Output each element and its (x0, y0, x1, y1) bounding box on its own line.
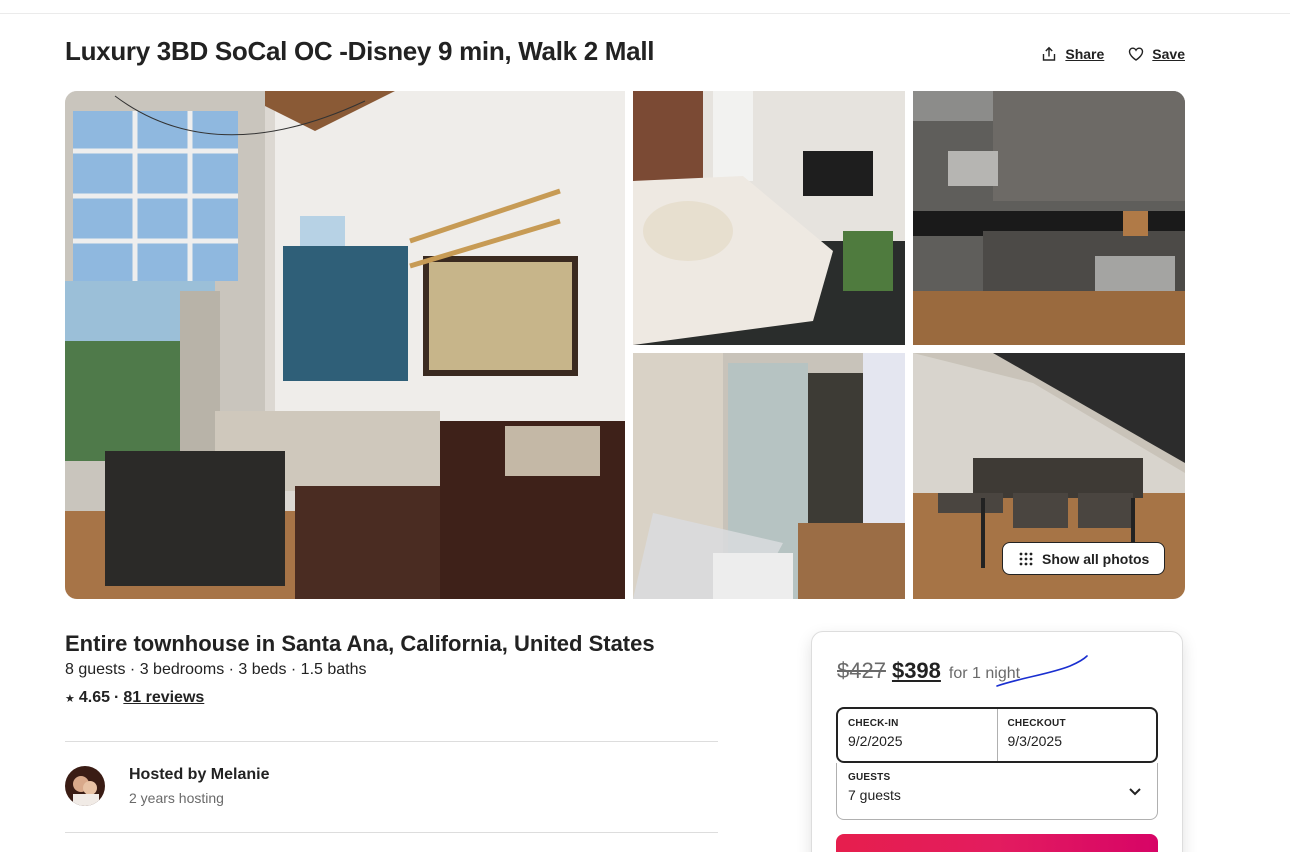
save-button[interactable]: Save (1128, 46, 1185, 62)
price-row: $427 $398 for 1 night (837, 658, 1020, 684)
show-all-photos-label: Show all photos (1042, 550, 1150, 567)
original-price: $427 (837, 658, 886, 683)
rating-summary: ★ 4.65 · 81 reviews (65, 689, 204, 707)
checkin-field[interactable]: CHECK-IN 9/2/2025 (838, 709, 997, 761)
star-icon: ★ (65, 692, 75, 705)
rating-separator: · (114, 689, 120, 706)
booking-card: $427 $398 for 1 night CHECK-IN 9/2/2025 … (811, 631, 1183, 852)
section-divider (65, 832, 718, 833)
listing-title: Luxury 3BD SoCal OC -Disney 9 min, Walk … (65, 36, 655, 66)
share-icon (1043, 46, 1056, 61)
checkin-label: CHECK-IN (848, 718, 899, 729)
chevron-down-icon (1129, 788, 1141, 796)
host-avatar[interactable] (65, 766, 105, 806)
booking-form: CHECK-IN 9/2/2025 CHECKOUT 9/3/2025 GUES… (836, 707, 1158, 820)
bedroom-photo[interactable] (633, 91, 905, 345)
living-room-photo[interactable] (65, 91, 625, 599)
rating-value: 4.65 (78, 689, 111, 706)
show-all-photos-button[interactable]: Show all photos (1002, 542, 1166, 575)
share-label: Share (1065, 46, 1105, 62)
host-years: 2 years hosting (129, 790, 224, 806)
listing-subtitle: Entire townhouse in Santa Ana, Californi… (65, 631, 655, 656)
grid-dots-icon (1019, 552, 1033, 565)
heart-icon (1129, 47, 1144, 61)
listing-facts: 8 guests · 3 bedrooms · 3 beds · 1.5 bat… (65, 661, 367, 678)
guests-selector[interactable]: GUESTS 7 guests (836, 763, 1158, 820)
annotation-scribble (996, 655, 1088, 687)
reviews-link[interactable]: 81 reviews (123, 689, 204, 707)
section-divider (65, 741, 718, 742)
save-label: Save (1152, 46, 1185, 62)
top-divider (0, 13, 1290, 14)
photo-gallery (65, 91, 1185, 599)
guests-label: GUESTS (848, 772, 891, 783)
date-picker: CHECK-IN 9/2/2025 CHECKOUT 9/3/2025 (836, 707, 1158, 763)
checkout-field[interactable]: CHECKOUT 9/3/2025 (996, 709, 1157, 761)
share-button[interactable]: Share (1041, 46, 1104, 62)
checkout-value: 9/3/2025 (1007, 733, 1063, 749)
host-name: Hosted by Melanie (129, 766, 270, 783)
kitchen-photo[interactable] (913, 91, 1185, 345)
checkout-label: CHECKOUT (1007, 718, 1066, 729)
patio-photo[interactable] (633, 353, 905, 599)
guests-value: 7 guests (848, 787, 901, 803)
title-actions: Share Save (1041, 46, 1185, 62)
discounted-price[interactable]: $398 (892, 658, 941, 684)
checkin-value: 9/2/2025 (848, 733, 903, 749)
reserve-button[interactable] (836, 834, 1158, 852)
